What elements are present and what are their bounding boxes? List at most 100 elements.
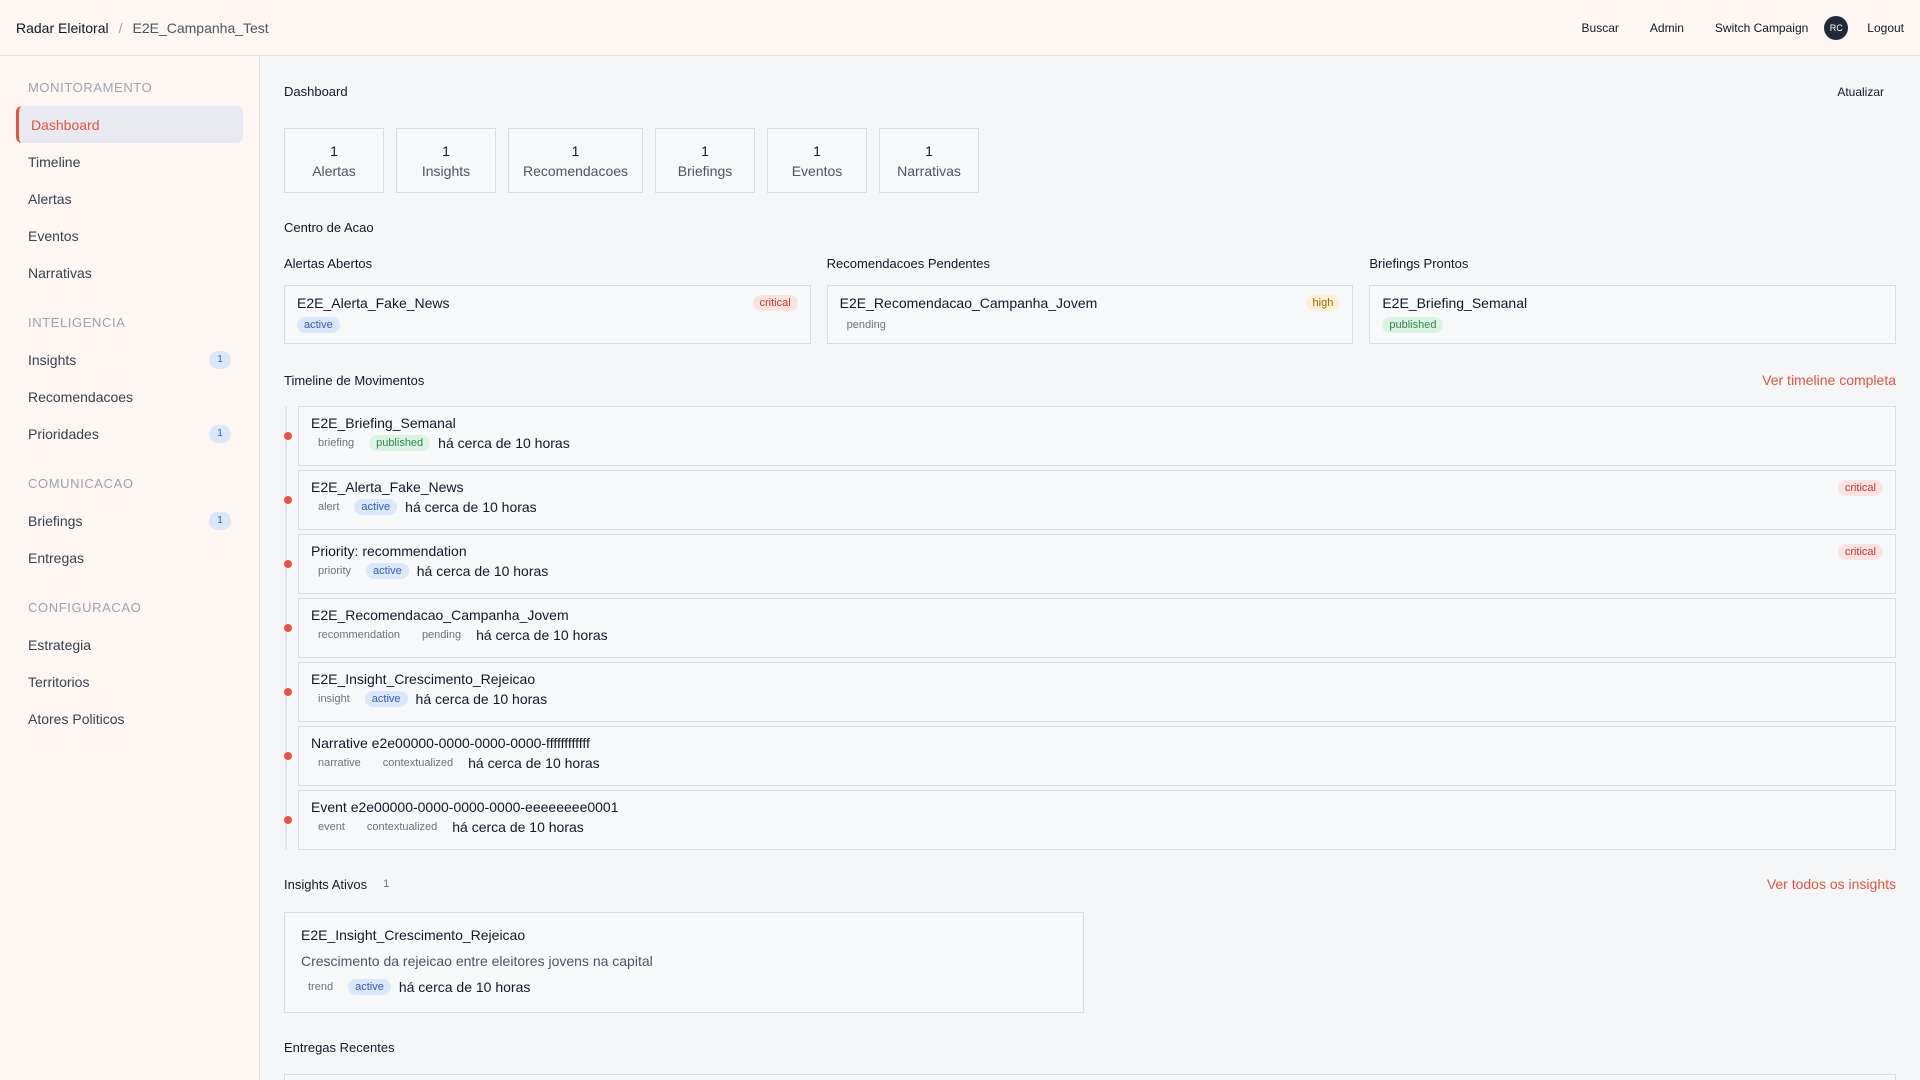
alert-card[interactable]: E2E_Alerta_Fake_News active critical — [284, 285, 811, 344]
sidebar-item-estrategia[interactable]: Estrategia — [16, 626, 243, 663]
entregas-list — [284, 1074, 1896, 1080]
relative-time: há cerca de 10 horas — [405, 499, 537, 515]
sidebar-item-eventos[interactable]: Eventos — [16, 217, 243, 254]
timeline-item[interactable]: E2E_Alerta_Fake_News alert active há cer… — [284, 470, 1896, 530]
type-label: briefing — [318, 437, 355, 449]
insight-title: E2E_Insight_Crescimento_Rejeicao — [301, 927, 526, 943]
timeline-item[interactable]: E2E_Recomendacao_Campanha_Jovem recommen… — [284, 598, 1896, 658]
column-title: Recomendacoes Pendentes — [826, 256, 991, 271]
switch-campaign-link[interactable]: Switch Campaign — [1715, 21, 1808, 35]
sidebar-heading: CONFIGURACAO — [28, 600, 142, 615]
count-badge: 1 — [209, 511, 231, 530]
severity-badge: critical — [752, 295, 798, 311]
centro-de-acao-title: Centro de Acao — [284, 220, 374, 235]
admin-link[interactable]: Admin — [1650, 21, 1684, 35]
relative-time: há cerca de 10 horas — [398, 979, 531, 995]
timeline-item-title: Priority: recommendation — [311, 543, 467, 559]
refresh-button[interactable]: Atualizar — [1837, 85, 1884, 99]
stat-value: 1 — [330, 142, 338, 159]
timeline-dot-icon — [284, 560, 292, 568]
timeline-dot-icon — [284, 624, 292, 632]
sidebar-item-insights[interactable]: Insights 1 — [16, 341, 243, 378]
sidebar-item-label: Timeline — [28, 153, 81, 170]
status-badge: active — [297, 317, 340, 333]
sidebar-item-label: Narrativas — [28, 264, 92, 281]
timeline-item[interactable]: E2E_Insight_Crescimento_Rejeicao insight… — [284, 662, 1896, 722]
insight-card[interactable]: E2E_Insight_Crescimento_Rejeicao Crescim… — [284, 912, 1084, 1013]
timeline-header: Timeline de Movimentos Ver timeline comp… — [284, 372, 1896, 388]
type-label: priority — [318, 565, 352, 577]
action-center-columns: Alertas Abertos E2E_Alerta_Fake_News act… — [284, 256, 1897, 344]
card-title: E2E_Alerta_Fake_News — [297, 295, 450, 311]
severity-badge: critical — [1837, 544, 1883, 560]
column-title: Alertas Abertos — [284, 256, 373, 271]
timeline-item[interactable]: Priority: recommendation priority active… — [284, 534, 1896, 594]
logout-link[interactable]: Logout — [1867, 21, 1904, 35]
recommendation-card[interactable]: E2E_Recomendacao_Campanha_Jovem pending … — [826, 285, 1354, 344]
timeline-dot-icon — [284, 688, 292, 696]
sidebar-item-label: Insights — [28, 351, 77, 368]
sidebar-item-narrativas[interactable]: Narrativas — [16, 254, 243, 291]
sidebar-item-label: Dashboard — [31, 116, 100, 133]
stat-card-narrativas[interactable]: 1 Narrativas — [879, 128, 979, 193]
sidebar-item-recomendacoes[interactable]: Recomendacoes — [16, 378, 243, 415]
timeline-item[interactable]: E2E_Briefing_Semanal briefing published … — [284, 406, 1896, 466]
avatar[interactable]: RC — [1824, 15, 1849, 40]
type-label: event — [318, 821, 345, 833]
timeline-item[interactable]: Event e2e00000-0000-0000-0000-eeeeeeee00… — [284, 790, 1896, 850]
insight-meta: trend active há cerca de 10 horas — [301, 979, 1067, 995]
sidebar-heading: INTELIGENCIA — [28, 315, 126, 330]
relative-time: há cerca de 10 horas — [468, 755, 600, 771]
top-actions: Buscar Admin Switch Campaign RC Logout — [1582, 15, 1904, 40]
sidebar-item-territorios[interactable]: Territorios — [16, 663, 243, 700]
relative-time: há cerca de 10 horas — [415, 691, 548, 707]
sidebar-item-label: Recomendacoes — [28, 388, 134, 405]
top-bar: Radar Eleitoral / E2E_Campanha_Test Busc… — [0, 0, 1920, 56]
sidebar: MONITORAMENTO Dashboard Timeline Alertas… — [0, 56, 260, 1080]
timeline-full-link[interactable]: Ver timeline completa — [1762, 372, 1896, 388]
relative-time: há cerca de 10 horas — [452, 819, 584, 835]
stat-label: Briefings — [677, 162, 733, 179]
stat-value: 1 — [925, 142, 933, 159]
timeline-item-meta: recommendation pending há cerca de 10 ho… — [311, 627, 1883, 643]
sidebar-item-atores-politicos[interactable]: Atores Politicos — [16, 700, 243, 737]
search-link[interactable]: Buscar — [1582, 21, 1619, 35]
sidebar-heading: COMUNICACAO — [28, 476, 134, 491]
timeline-title: Timeline de Movimentos — [284, 372, 425, 388]
sidebar-section-inteligencia: INTELIGENCIA Insights 1 Recomendacoes Pri… — [16, 313, 243, 452]
column-title: Briefings Prontos — [1369, 256, 1469, 271]
status-badge: pending — [421, 629, 462, 641]
stat-card-briefings[interactable]: 1 Briefings — [655, 128, 755, 193]
all-insights-link[interactable]: Ver todos os insights — [1767, 876, 1896, 892]
type-label: trend — [308, 981, 334, 993]
stat-card-alertas[interactable]: 1 Alertas — [284, 128, 384, 193]
sidebar-section-monitoramento: MONITORAMENTO Dashboard Timeline Alertas… — [16, 78, 243, 291]
stat-value: 1 — [701, 142, 709, 159]
alertas-abertos-column: Alertas Abertos E2E_Alerta_Fake_News act… — [284, 256, 811, 344]
status-badge: active — [364, 691, 408, 707]
relative-time: há cerca de 10 horas — [416, 563, 549, 579]
timeline-item[interactable]: Narrative e2e00000-0000-0000-0000-ffffff… — [284, 726, 1896, 786]
relative-time: há cerca de 10 horas — [476, 627, 608, 643]
type-label: insight — [318, 693, 350, 705]
status-badge: published — [369, 435, 431, 451]
briefing-card[interactable]: E2E_Briefing_Semanal published — [1369, 285, 1897, 344]
card-title: E2E_Recomendacao_Campanha_Jovem — [839, 295, 1098, 311]
sidebar-item-timeline[interactable]: Timeline — [16, 143, 243, 180]
brand-link[interactable]: Radar Eleitoral — [16, 20, 109, 36]
status-badge: contextualized — [382, 757, 454, 769]
type-label: narrative — [318, 757, 361, 769]
sidebar-item-entregas[interactable]: Entregas — [16, 539, 243, 576]
timeline-dot-icon — [284, 816, 292, 824]
sidebar-item-briefings[interactable]: Briefings 1 — [16, 502, 243, 539]
stat-card-eventos[interactable]: 1 Eventos — [767, 128, 867, 193]
stat-label: Narrativas — [897, 162, 961, 179]
sidebar-item-prioridades[interactable]: Prioridades 1 — [16, 415, 243, 452]
breadcrumb-campaign: E2E_Campanha_Test — [132, 19, 269, 36]
sidebar-item-alertas[interactable]: Alertas — [16, 180, 243, 217]
timeline-item-meta: briefing published há cerca de 10 horas — [311, 435, 1883, 451]
sidebar-item-dashboard[interactable]: Dashboard — [16, 106, 243, 143]
stat-card-recomendacoes[interactable]: 1 Recomendacoes — [508, 128, 643, 193]
stat-card-insights[interactable]: 1 Insights — [396, 128, 496, 193]
sidebar-item-label: Eventos — [28, 227, 79, 244]
